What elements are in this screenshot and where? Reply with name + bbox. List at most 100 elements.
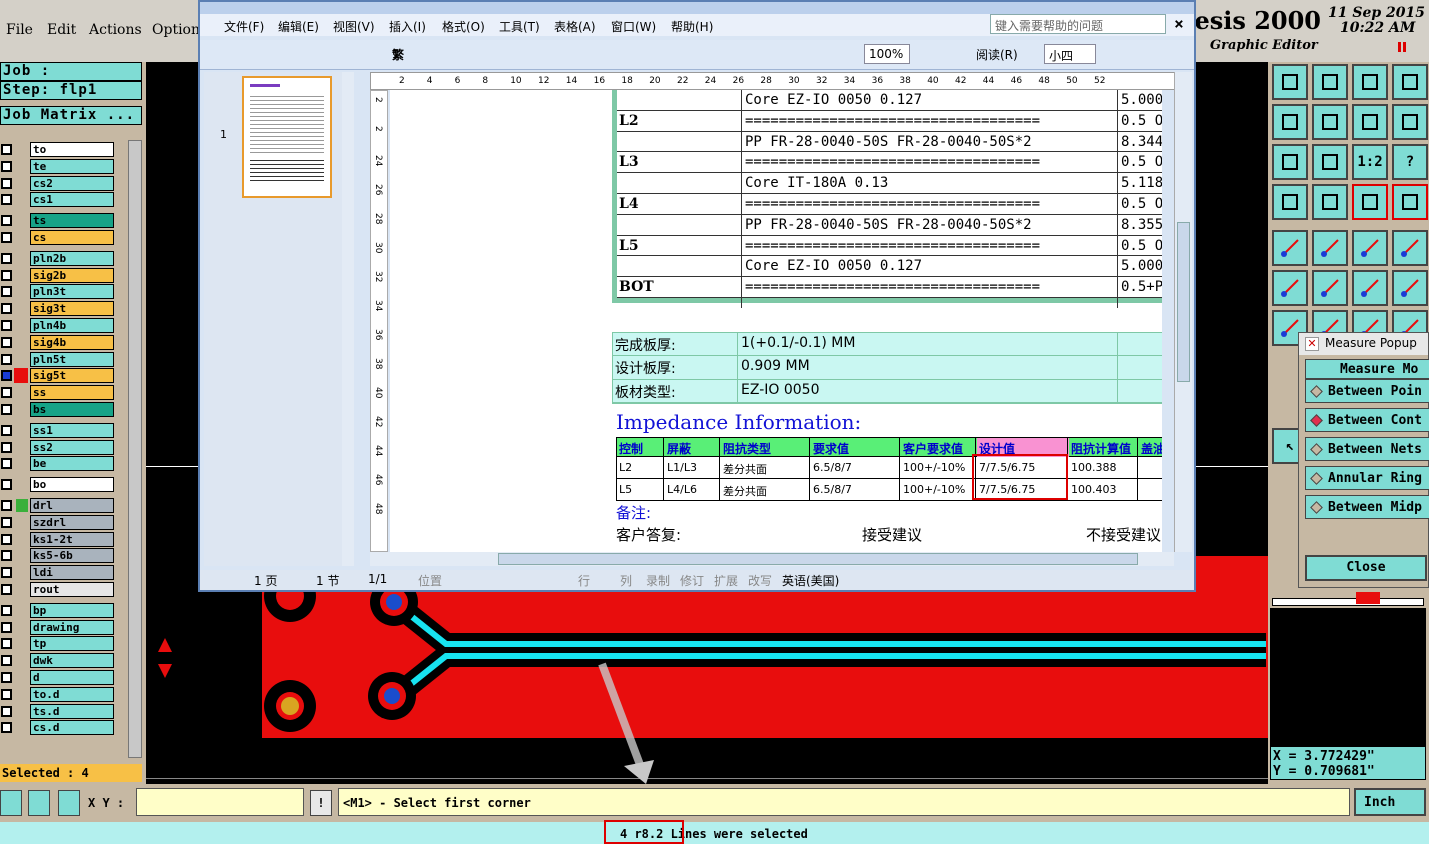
status-overwrite[interactable]: 改写 xyxy=(748,572,772,589)
option-between-points[interactable]: Between Poin xyxy=(1305,379,1429,403)
font-size-select[interactable]: 小四 xyxy=(1044,44,1096,64)
page-thumbnail[interactable] xyxy=(242,76,332,198)
layer-row-sig4b[interactable]: sig4b xyxy=(0,334,120,350)
job-matrix-button[interactable]: Job Matrix ... xyxy=(0,106,142,125)
menu-options[interactable]: Option xyxy=(152,22,200,38)
zoom-center-icon[interactable] xyxy=(1312,144,1348,180)
layer-row-te[interactable]: te xyxy=(0,158,120,174)
layer-checkbox[interactable] xyxy=(1,353,12,365)
layer-row-to[interactable]: to xyxy=(0,142,120,157)
option-annular-ring[interactable]: Annular Ring xyxy=(1305,466,1429,490)
layer-row-ts.d[interactable]: ts.d xyxy=(0,703,120,719)
layer-checkbox[interactable] xyxy=(1,424,12,436)
word-menu-item[interactable]: 文件(F) xyxy=(224,18,264,35)
layer-checkbox[interactable] xyxy=(1,194,12,206)
reject-option[interactable]: 不接受建议 xyxy=(1086,524,1161,545)
zoom-ratio-icon[interactable]: 1:2 xyxy=(1352,144,1388,180)
layer-checkbox[interactable] xyxy=(1,370,12,382)
layer-checkbox[interactable] xyxy=(1,584,12,595)
delete-icon[interactable] xyxy=(1312,270,1348,306)
layer-row-ks5-6b[interactable]: ks5-6b xyxy=(0,548,120,564)
fit-icon[interactable] xyxy=(1392,104,1428,140)
home-icon[interactable] xyxy=(1352,64,1388,100)
layer-row-ts[interactable]: ts xyxy=(0,213,120,229)
layer-row-d[interactable]: d xyxy=(0,670,120,685)
vertical-scrollbar[interactable] xyxy=(1174,72,1192,552)
word-menu-item[interactable]: 格式(O) xyxy=(442,18,485,35)
status-record[interactable]: 录制 xyxy=(646,572,670,589)
menu-actions[interactable]: Actions xyxy=(89,22,142,38)
thumbnail-scrollbar[interactable] xyxy=(342,72,354,566)
layer-row-pln2b[interactable]: pln2b xyxy=(0,250,120,266)
layer-row-sig3t[interactable]: sig3t xyxy=(0,301,120,317)
layer-row-szdrl[interactable]: szdrl xyxy=(0,514,120,530)
layer-checkbox[interactable] xyxy=(1,705,12,717)
layer-checkbox[interactable] xyxy=(1,336,12,348)
snap-pad-alt-icon[interactable] xyxy=(1392,184,1428,220)
layer-checkbox[interactable] xyxy=(1,688,12,700)
layer-checkbox[interactable] xyxy=(1,500,12,511)
snap-pad-icon[interactable] xyxy=(1352,184,1388,220)
fill-icon[interactable] xyxy=(1272,230,1308,266)
close-icon[interactable]: × xyxy=(1170,14,1188,34)
horizontal-ruler[interactable]: 2 4 6 8 10 12 14 16 18 20 22 24 26 28 30 32 34 36 38 40 42 44… xyxy=(370,72,1178,90)
option-between-nets[interactable]: Between Nets xyxy=(1305,437,1429,461)
word-menu-item[interactable]: 视图(V) xyxy=(333,18,375,35)
layer-up-icon[interactable] xyxy=(1272,64,1308,100)
option-between-contours[interactable]: Between Cont xyxy=(1305,408,1429,432)
layer-checkbox[interactable] xyxy=(1,404,12,415)
layer-checkbox[interactable] xyxy=(1,672,12,683)
layer-checkbox[interactable] xyxy=(1,604,12,616)
layer-checkbox[interactable] xyxy=(1,232,12,243)
word-menu-item[interactable]: 帮助(H) xyxy=(671,18,713,35)
move-icon[interactable] xyxy=(1352,270,1388,306)
menu-edit[interactable]: Edit xyxy=(47,22,76,38)
layer-checkbox[interactable] xyxy=(1,144,12,155)
layer-checkbox[interactable] xyxy=(1,160,12,172)
layer-checkbox[interactable] xyxy=(1,621,12,633)
grid-icon[interactable] xyxy=(1312,184,1348,220)
read-mode-button[interactable]: 阅读(R) xyxy=(960,46,1018,63)
node-icon[interactable] xyxy=(1272,270,1308,306)
zoom-fit-icon[interactable] xyxy=(1272,144,1308,180)
pad-icon[interactable] xyxy=(1392,230,1428,266)
vertical-ruler[interactable]: 2 2 24 26 28 30 32 34 36 38 40 42 44 46 48 xyxy=(370,90,388,552)
layer-row-bs[interactable]: bs xyxy=(0,402,120,417)
snap-icon[interactable] xyxy=(0,790,22,816)
layer-row-pln3t[interactable]: pln3t xyxy=(0,284,120,300)
layer-checkbox[interactable] xyxy=(1,215,12,227)
layer-row-rout[interactable]: rout xyxy=(0,582,120,597)
layer-row-dwk[interactable]: dwk xyxy=(0,653,120,669)
word-menu-item[interactable]: 编辑(E) xyxy=(278,18,319,35)
layer-checkbox[interactable] xyxy=(1,567,12,579)
layer-row-cs2[interactable]: cs2 xyxy=(0,175,120,191)
accept-option[interactable]: 接受建议 xyxy=(862,524,922,545)
layer-checkbox[interactable] xyxy=(1,286,12,298)
layer-row-cs[interactable]: cs xyxy=(0,230,120,245)
layer-checkbox[interactable] xyxy=(1,320,12,331)
option-between-midpoints[interactable]: Between Midp xyxy=(1305,495,1429,519)
pan-right-icon[interactable] xyxy=(1312,104,1348,140)
slanted-icon[interactable] xyxy=(1312,230,1348,266)
layer-row-drawing[interactable]: drawing xyxy=(0,619,120,635)
document-page[interactable]: Core EZ-IO 0050 0.127 5.000(mil) L2 =======… xyxy=(390,90,1162,552)
word-menu-item[interactable]: 窗口(W) xyxy=(611,18,656,35)
zoom-select[interactable]: 100% xyxy=(864,44,910,64)
word-menu-item[interactable]: 表格(A) xyxy=(554,18,596,35)
layer-checkbox[interactable] xyxy=(1,655,12,667)
layer-row-bo[interactable]: bo xyxy=(0,477,120,493)
status-language[interactable]: 英语(美国) xyxy=(782,572,839,589)
copy-icon[interactable] xyxy=(1392,270,1428,306)
pan-bar[interactable] xyxy=(1272,598,1424,606)
layer-row-ks1-2t[interactable]: ks1-2t xyxy=(0,531,120,547)
help-search-input[interactable]: 键入需要帮助的问题 xyxy=(990,14,1166,34)
layer-checkbox[interactable] xyxy=(1,269,12,281)
layer-checkbox[interactable] xyxy=(1,441,12,453)
unit-button[interactable]: Inch xyxy=(1354,788,1426,816)
pan-left-icon[interactable] xyxy=(1272,104,1308,140)
help-icon[interactable]: ? xyxy=(1392,144,1428,180)
layer-row-bp[interactable]: bp xyxy=(0,602,120,618)
layer-row-to.d[interactable]: to.d xyxy=(0,686,120,702)
layer-row-pln5t[interactable]: pln5t xyxy=(0,351,120,367)
ruler-icon[interactable] xyxy=(1352,230,1388,266)
